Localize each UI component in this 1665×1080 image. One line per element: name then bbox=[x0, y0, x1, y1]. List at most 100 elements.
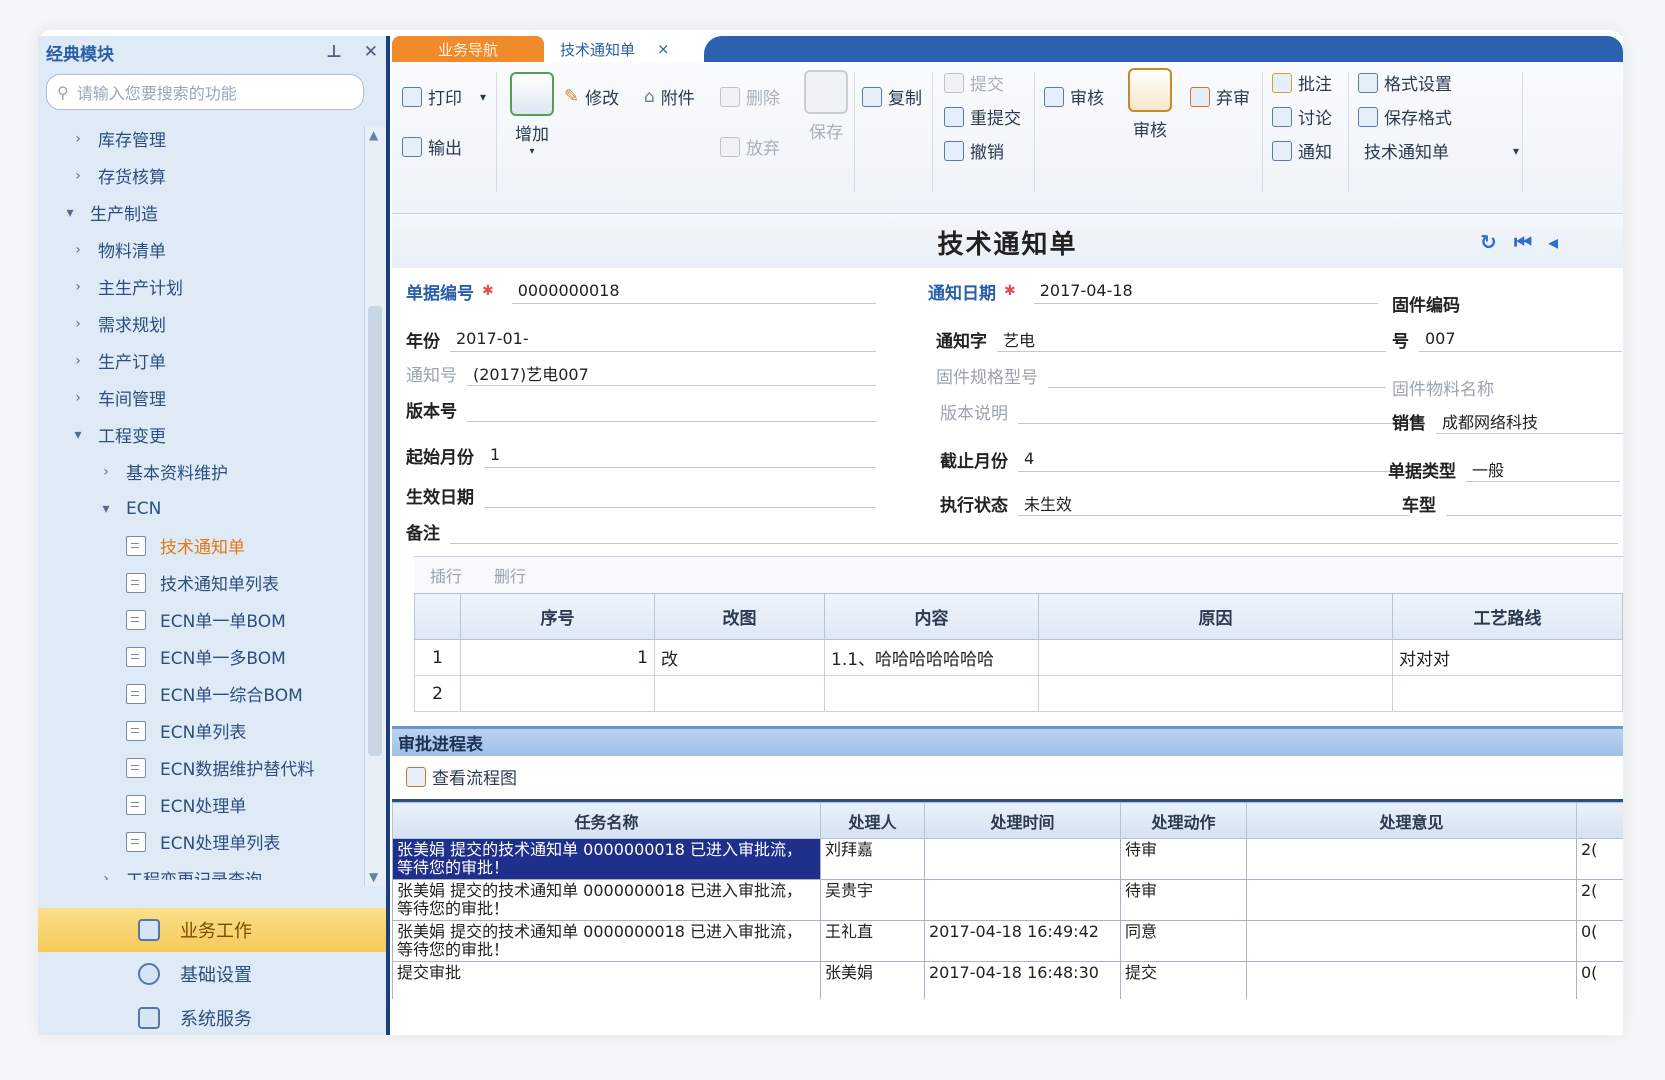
tree-item[interactable]: ECN处理单列表 bbox=[38, 823, 368, 860]
tree-item[interactable]: › 存货核算 bbox=[38, 157, 368, 194]
tree-item[interactable]: › 车间管理 bbox=[38, 379, 368, 416]
cell-time[interactable]: 2017-04-18 16:49:42 bbox=[924, 920, 1121, 962]
cell-handler[interactable]: 吴贵宇 bbox=[820, 879, 925, 921]
notice-date-input[interactable]: 2017-04-18 bbox=[1033, 278, 1378, 304]
collapsed-arrow-icon[interactable]: › bbox=[68, 242, 88, 258]
tree-item[interactable]: › 主生产计划 bbox=[38, 268, 368, 305]
sidebar-search-input[interactable]: ⚲ 请输入您要搜索的功能 bbox=[46, 74, 364, 110]
collapsed-arrow-icon[interactable]: › bbox=[96, 464, 116, 480]
scroll-down-icon[interactable]: ▼ bbox=[369, 870, 378, 884]
column-header[interactable]: 原因 bbox=[1038, 593, 1393, 640]
column-header[interactable]: 工艺路线 bbox=[1392, 593, 1623, 640]
cell-time[interactable]: 2017-04-18 16:48:30 bbox=[924, 961, 1121, 999]
collapsed-arrow-icon[interactable]: › bbox=[68, 353, 88, 369]
table-row[interactable]: 2 bbox=[414, 675, 1623, 712]
add-button[interactable]: 增加 ▾ bbox=[510, 72, 554, 157]
table-row[interactable]: 提交审批 张美娟 2017-04-18 16:48:30 提交 0( bbox=[392, 961, 1623, 999]
column-header[interactable]: 任务名称 bbox=[392, 802, 821, 839]
insert-row-button[interactable]: 插行 bbox=[430, 563, 462, 587]
save-button[interactable]: 保存 bbox=[804, 70, 848, 143]
modify-button[interactable]: ✎ 修改 bbox=[564, 84, 619, 109]
abandon-button[interactable]: 放弃 bbox=[720, 134, 780, 159]
cell-task[interactable]: 提交审批 bbox=[392, 961, 821, 999]
cell-action[interactable]: 同意 bbox=[1120, 920, 1247, 962]
pin-icon[interactable]: ⊥ bbox=[326, 42, 342, 62]
collapsed-arrow-icon[interactable]: › bbox=[96, 871, 116, 881]
cell-extra[interactable]: 0( bbox=[1576, 961, 1623, 999]
tab-tech-notice[interactable]: 技术通知单 × bbox=[550, 36, 700, 62]
module-business-work[interactable]: 业务工作 bbox=[38, 908, 386, 952]
cell-handler[interactable]: 张美娟 bbox=[820, 961, 925, 999]
tree-item[interactable]: ECN单一多BOM bbox=[38, 638, 368, 675]
tree-item[interactable]: › 需求规划 bbox=[38, 305, 368, 342]
tree-item[interactable]: › 库存管理 bbox=[38, 120, 368, 157]
copy-button[interactable]: 复制 bbox=[862, 84, 922, 109]
table-row[interactable]: 张美娟 提交的技术通知单 0000000018 已进入审批流，等待您的审批！ 刘拜… bbox=[392, 838, 1623, 880]
tree-item[interactable]: ECN单一单BOM bbox=[38, 601, 368, 638]
column-header[interactable]: 处理时间 bbox=[924, 802, 1121, 839]
dropdown-arrow-icon[interactable]: ▾ bbox=[480, 90, 486, 104]
tree-item[interactable]: ECN单一综合BOM bbox=[38, 675, 368, 712]
cell-action[interactable]: 提交 bbox=[1120, 961, 1247, 999]
column-header[interactable]: 处理意见 bbox=[1246, 802, 1577, 839]
tree-item[interactable]: › 工程变更记录查询 bbox=[38, 860, 368, 881]
fixed-code-input[interactable] bbox=[1470, 290, 1542, 316]
column-header[interactable]: 处理动作 bbox=[1120, 802, 1247, 839]
expanded-arrow-icon[interactable]: ▾ bbox=[68, 427, 88, 443]
table-row[interactable]: 张美娟 提交的技术通知单 0000000018 已进入审批流，等待您的审批！ 王礼… bbox=[392, 920, 1623, 962]
approve-button[interactable]: 批注 bbox=[1272, 70, 1332, 95]
tree-item[interactable]: ▾ 工程变更 bbox=[38, 416, 368, 453]
print-button[interactable]: 打印 ▾ bbox=[402, 84, 486, 109]
cell-content[interactable] bbox=[824, 675, 1039, 712]
save-format-button[interactable]: 保存格式 bbox=[1358, 104, 1452, 129]
cell-reason[interactable] bbox=[1038, 675, 1393, 712]
notice-word-input[interactable]: 艺电 bbox=[997, 326, 1386, 352]
start-month-input[interactable]: 1 bbox=[484, 442, 876, 468]
scroll-thumb[interactable] bbox=[368, 306, 382, 756]
cell-change[interactable] bbox=[654, 675, 825, 712]
cell-opinion[interactable] bbox=[1246, 879, 1577, 921]
model-input[interactable] bbox=[1446, 490, 1622, 516]
cell-route[interactable] bbox=[1392, 675, 1623, 712]
version-desc-input[interactable] bbox=[1018, 398, 1410, 424]
cell-content[interactable]: 1.1、哈哈哈哈哈哈哈 bbox=[824, 639, 1039, 676]
column-header[interactable]: 内容 bbox=[824, 593, 1039, 640]
end-month-input[interactable]: 4 bbox=[1018, 446, 1410, 472]
version-input[interactable] bbox=[467, 396, 876, 422]
cell-reason[interactable] bbox=[1038, 639, 1393, 676]
tree-item[interactable]: › 基本资料维护 bbox=[38, 453, 368, 490]
tree-item[interactable]: 技术通知单列表 bbox=[38, 564, 368, 601]
sales-input[interactable]: 成都网络科技 bbox=[1436, 408, 1623, 434]
sidebar-scrollbar[interactable]: ▲ ▼ bbox=[364, 126, 386, 886]
cell-task[interactable]: 张美娟 提交的技术通知单 0000000018 已进入审批流，等待您的审批！ bbox=[392, 920, 821, 962]
output-button[interactable]: 输出 bbox=[402, 134, 462, 159]
expanded-arrow-icon[interactable]: ▾ bbox=[60, 205, 80, 221]
notice-no-input[interactable]: (2017)艺电007 bbox=[467, 360, 876, 386]
collapsed-arrow-icon[interactable]: › bbox=[68, 168, 88, 184]
cell-extra[interactable]: 2( bbox=[1576, 838, 1623, 880]
doc-no-input[interactable]: 0000000018 bbox=[511, 278, 876, 304]
tab-close-icon[interactable]: × bbox=[657, 40, 670, 58]
expanded-arrow-icon[interactable]: ▾ bbox=[96, 501, 116, 517]
collapsed-arrow-icon[interactable]: › bbox=[68, 131, 88, 147]
tree-item[interactable]: 技术通知单 bbox=[38, 527, 368, 564]
revoke-button[interactable]: 撤销 bbox=[944, 138, 1004, 163]
collapsed-arrow-icon[interactable]: › bbox=[68, 316, 88, 332]
submit-button[interactable]: 提交 bbox=[944, 70, 1004, 95]
format-select[interactable]: 技术通知单 ▾ bbox=[1364, 138, 1519, 163]
doc-type-select[interactable]: 一般 bbox=[1466, 456, 1620, 482]
discuss-button[interactable]: 讨论 bbox=[1272, 104, 1332, 129]
delete-button[interactable]: 删除 bbox=[720, 84, 780, 109]
review-button[interactable]: 审核 bbox=[1044, 84, 1104, 109]
module-basic-settings[interactable]: 基础设置 bbox=[38, 952, 386, 996]
column-header[interactable] bbox=[1576, 802, 1623, 839]
cell-opinion[interactable] bbox=[1246, 838, 1577, 880]
cell-change[interactable]: 改 bbox=[654, 639, 825, 676]
cell-opinion[interactable] bbox=[1246, 961, 1577, 999]
dropdown-arrow-icon[interactable]: ▾ bbox=[529, 147, 534, 157]
cell-action[interactable]: 待审 bbox=[1120, 879, 1247, 921]
column-header[interactable]: 改图 bbox=[654, 593, 825, 640]
delete-row-button[interactable]: 删行 bbox=[494, 563, 526, 587]
cell-time[interactable] bbox=[924, 879, 1121, 921]
column-header[interactable]: 处理人 bbox=[820, 802, 925, 839]
